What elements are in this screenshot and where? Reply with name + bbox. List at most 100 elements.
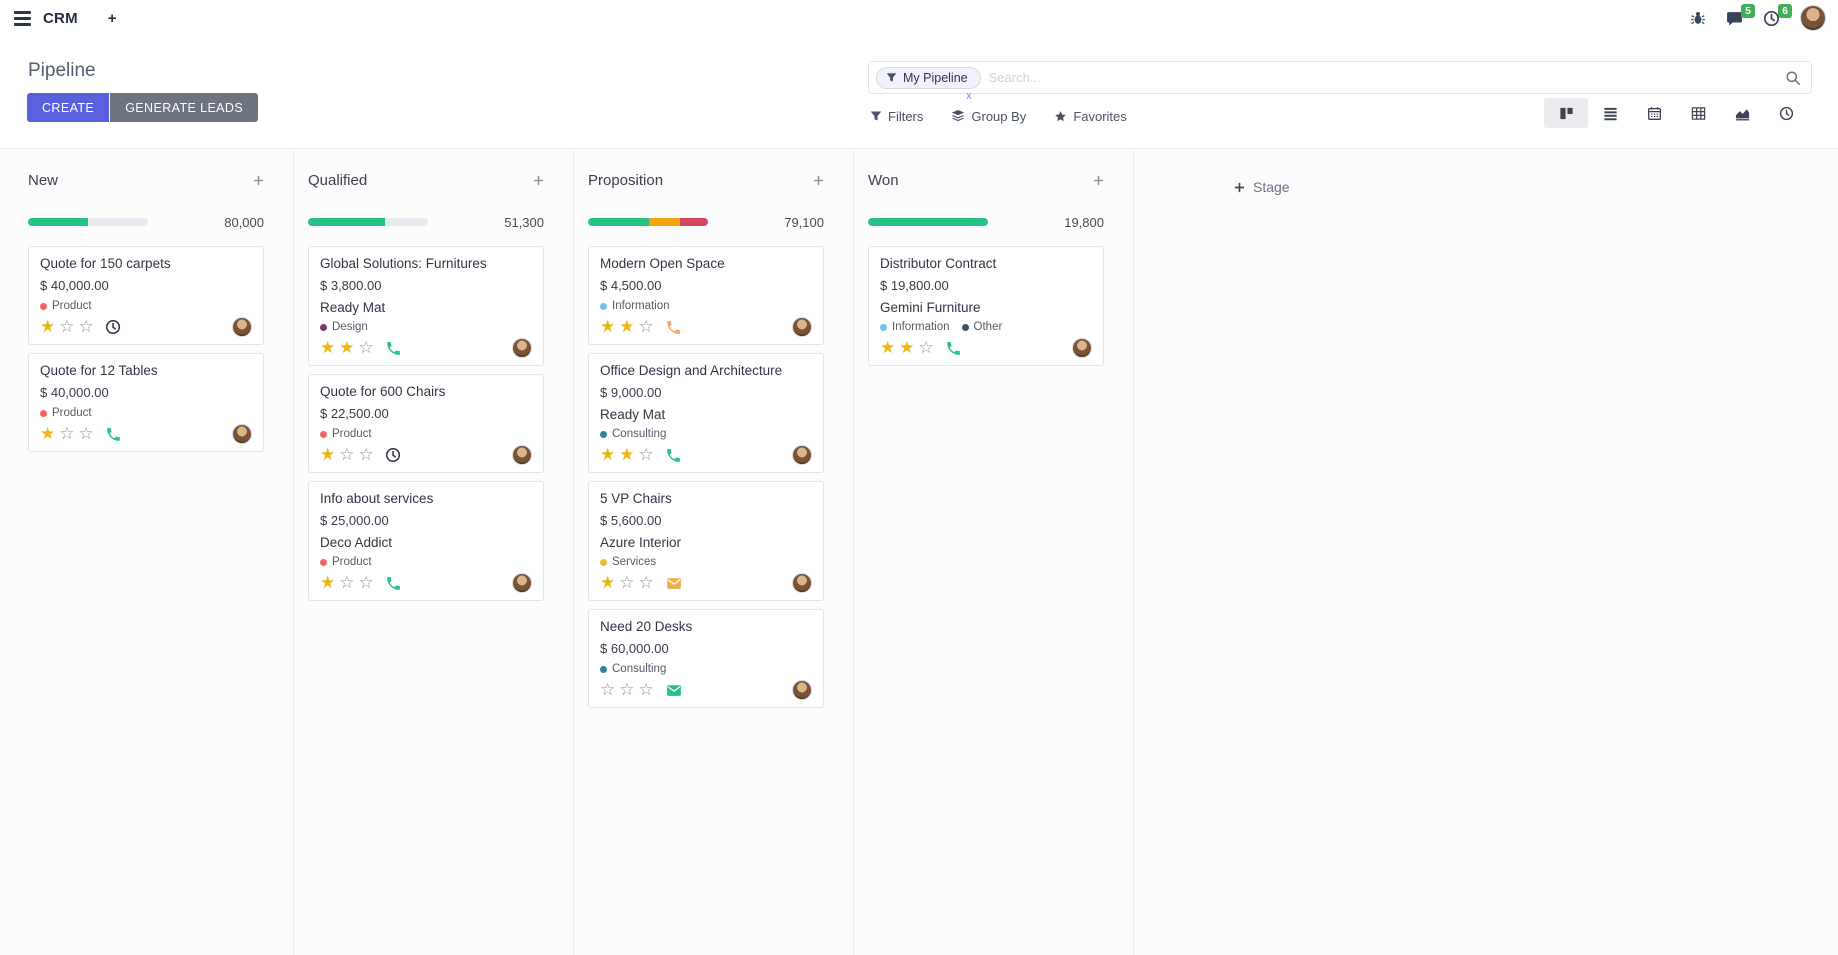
salesperson-avatar[interactable] — [792, 680, 812, 700]
add-stage-button[interactable]: Stage — [1234, 179, 1290, 195]
star-icon[interactable]: ☆ — [639, 317, 654, 336]
list-view-button[interactable] — [1588, 98, 1632, 128]
activities-icon[interactable]: 6 — [1763, 10, 1780, 27]
salesperson-avatar[interactable] — [792, 573, 812, 593]
add-record-icon[interactable] — [533, 175, 544, 186]
star-icon[interactable]: ☆ — [59, 317, 74, 336]
phone-icon[interactable] — [385, 340, 402, 357]
remove-facet-icon[interactable]: x — [966, 90, 972, 102]
star-icon[interactable]: ★ — [600, 445, 615, 464]
debug-bug-icon[interactable] — [1690, 10, 1706, 26]
star-icon[interactable]: ★ — [339, 338, 354, 357]
phone-icon[interactable] — [385, 575, 402, 592]
salesperson-avatar[interactable] — [232, 424, 252, 444]
calendar-view-button[interactable] — [1632, 98, 1676, 128]
star-icon[interactable]: ☆ — [79, 317, 94, 336]
search-icon[interactable] — [1785, 70, 1801, 86]
kanban-card[interactable]: Info about services $ 25,000.00 Deco Add… — [308, 481, 544, 601]
search-input[interactable] — [989, 70, 1785, 85]
kanban-card[interactable]: 5 VP Chairs $ 5,600.00 Azure Interior Se… — [588, 481, 824, 601]
star-icon[interactable]: ★ — [880, 338, 895, 357]
kanban-card[interactable]: Global Solutions: Furnitures $ 3,800.00 … — [308, 246, 544, 366]
clock-icon[interactable] — [385, 447, 401, 463]
group-by-button[interactable]: Group By — [951, 109, 1026, 124]
mail-icon[interactable] — [665, 683, 683, 698]
star-icon[interactable]: ★ — [40, 424, 55, 443]
search-facet[interactable]: My Pipeline x — [876, 67, 981, 89]
column-progressbar[interactable] — [28, 218, 148, 226]
pivot-view-button[interactable] — [1676, 98, 1720, 128]
salesperson-avatar[interactable] — [792, 445, 812, 465]
star-icon[interactable]: ☆ — [359, 573, 374, 592]
mail-icon[interactable] — [665, 576, 683, 591]
salesperson-avatar[interactable] — [512, 338, 532, 358]
kanban-card[interactable]: Office Design and Architecture $ 9,000.0… — [588, 353, 824, 473]
add-record-icon[interactable] — [813, 175, 824, 186]
salesperson-avatar[interactable] — [792, 317, 812, 337]
progress-segment[interactable] — [649, 218, 680, 226]
progress-segment[interactable] — [868, 218, 988, 226]
kanban-card[interactable]: Distributor Contract $ 19,800.00 Gemini … — [868, 246, 1104, 366]
star-icon[interactable]: ★ — [320, 445, 335, 464]
star-icon[interactable]: ★ — [899, 338, 914, 357]
phone-icon[interactable] — [945, 340, 962, 357]
star-icon[interactable]: ☆ — [339, 445, 354, 464]
filters-button[interactable]: Filters — [870, 109, 923, 124]
salesperson-avatar[interactable] — [512, 573, 532, 593]
clock-icon[interactable] — [105, 319, 121, 335]
column-title[interactable]: Qualified — [308, 172, 367, 189]
add-menu-icon[interactable]: + — [108, 10, 117, 27]
kanban-view-button[interactable] — [1544, 98, 1588, 128]
column-progressbar[interactable] — [868, 218, 988, 226]
star-icon[interactable]: ☆ — [339, 573, 354, 592]
star-icon[interactable]: ☆ — [59, 424, 74, 443]
column-progressbar[interactable] — [588, 218, 708, 226]
column-title[interactable]: Won — [868, 172, 899, 189]
apps-menu-icon[interactable] — [14, 11, 31, 26]
graph-view-button[interactable] — [1720, 98, 1764, 128]
star-icon[interactable]: ☆ — [600, 680, 615, 699]
star-icon[interactable]: ★ — [600, 317, 615, 336]
progress-segment[interactable] — [28, 218, 88, 226]
progress-segment[interactable] — [308, 218, 385, 226]
phone-icon[interactable] — [665, 319, 682, 336]
phone-icon[interactable] — [105, 426, 122, 443]
activity-view-button[interactable] — [1764, 98, 1808, 128]
star-icon[interactable]: ☆ — [639, 573, 654, 592]
star-icon[interactable]: ☆ — [639, 680, 654, 699]
search-bar[interactable]: My Pipeline x — [868, 61, 1812, 94]
star-icon[interactable]: ★ — [619, 445, 634, 464]
star-icon[interactable]: ★ — [619, 317, 634, 336]
progress-segment[interactable] — [588, 218, 649, 226]
favorites-button[interactable]: Favorites — [1054, 109, 1126, 124]
kanban-card[interactable]: Need 20 Desks $ 60,000.00 Consulting ☆☆☆ — [588, 609, 824, 708]
salesperson-avatar[interactable] — [232, 317, 252, 337]
column-progressbar[interactable] — [308, 218, 428, 226]
star-icon[interactable]: ★ — [600, 573, 615, 592]
user-avatar[interactable] — [1800, 5, 1826, 31]
star-icon[interactable]: ★ — [40, 317, 55, 336]
star-icon[interactable]: ☆ — [619, 680, 634, 699]
add-record-icon[interactable] — [253, 175, 264, 186]
star-icon[interactable]: ☆ — [619, 573, 634, 592]
generate-leads-button[interactable]: GENERATE LEADS — [110, 93, 258, 122]
star-icon[interactable]: ☆ — [79, 424, 94, 443]
messages-icon[interactable]: 5 — [1726, 10, 1743, 27]
salesperson-avatar[interactable] — [1072, 338, 1092, 358]
column-title[interactable]: Proposition — [588, 172, 663, 189]
add-record-icon[interactable] — [1093, 175, 1104, 186]
star-icon[interactable]: ★ — [320, 573, 335, 592]
star-icon[interactable]: ☆ — [639, 445, 654, 464]
phone-icon[interactable] — [665, 447, 682, 464]
column-title[interactable]: New — [28, 172, 58, 189]
kanban-card[interactable]: Quote for 150 carpets $ 40,000.00 Produc… — [28, 246, 264, 345]
kanban-card[interactable]: Quote for 600 Chairs $ 22,500.00 Product… — [308, 374, 544, 473]
create-button[interactable]: CREATE — [27, 93, 109, 122]
app-name[interactable]: CRM — [43, 10, 78, 27]
progress-segment[interactable] — [680, 218, 708, 226]
star-icon[interactable]: ☆ — [359, 445, 374, 464]
star-icon[interactable]: ★ — [320, 338, 335, 357]
kanban-card[interactable]: Quote for 12 Tables $ 40,000.00 Product … — [28, 353, 264, 452]
star-icon[interactable]: ☆ — [919, 338, 934, 357]
star-icon[interactable]: ☆ — [359, 338, 374, 357]
